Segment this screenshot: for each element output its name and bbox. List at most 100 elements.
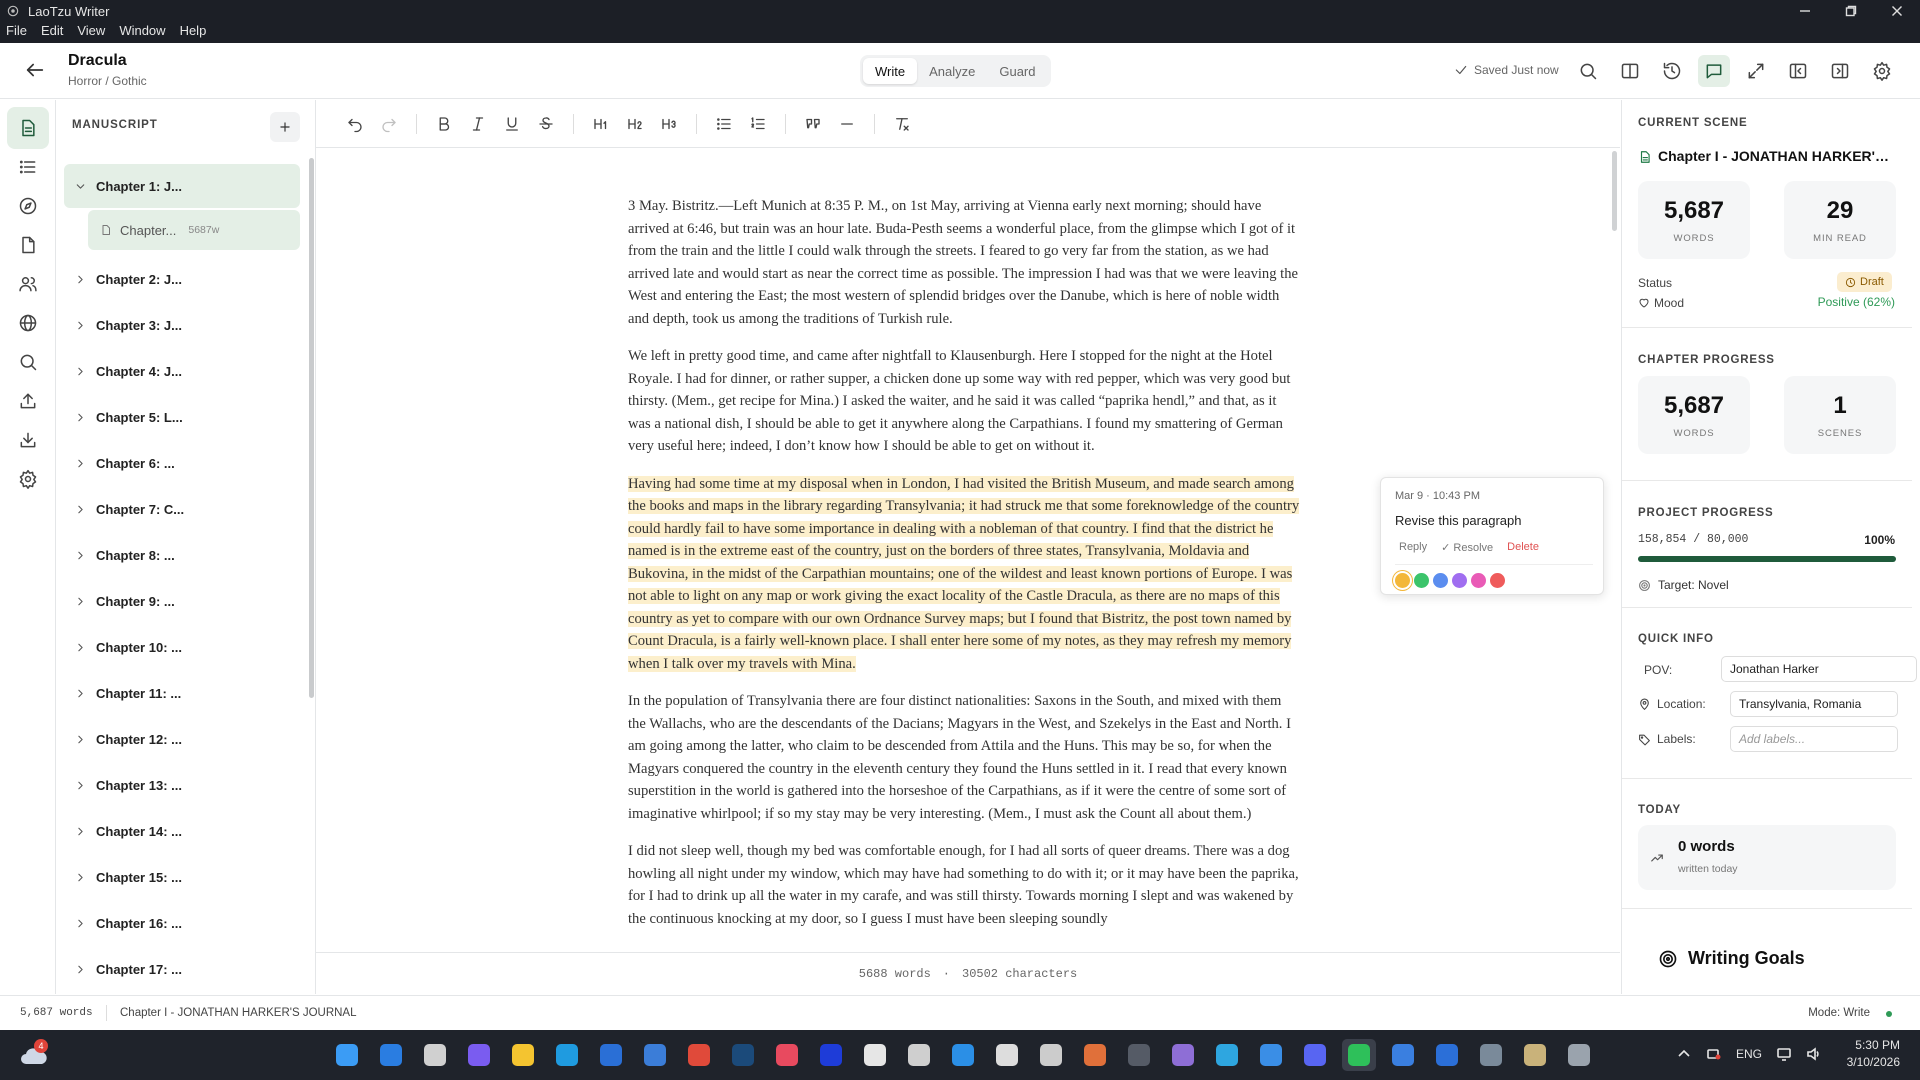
taskbar-app-terminal[interactable] [1122, 1039, 1156, 1071]
toggle-left-panel-button[interactable] [1782, 55, 1814, 87]
tab-write[interactable]: Write [863, 58, 918, 84]
heading-3-button[interactable] [652, 107, 686, 141]
chapter-item-11[interactable]: Chapter 11: ... [64, 670, 300, 716]
editor-scrollbar[interactable] [1612, 151, 1617, 231]
taskbar-app-app[interactable] [770, 1039, 804, 1071]
taskbar-app-wechat[interactable] [1342, 1039, 1376, 1071]
taskbar-app-steam[interactable] [726, 1039, 760, 1071]
tab-analyze[interactable]: Analyze [917, 58, 987, 84]
chevron-right-icon[interactable] [64, 361, 96, 381]
clear-format-button[interactable] [885, 107, 919, 141]
settings-button[interactable] [1866, 55, 1898, 87]
highlight-color-swatch[interactable] [1433, 573, 1448, 588]
menu-edit[interactable]: Edit [41, 23, 63, 43]
taskbar-app-app[interactable] [814, 1039, 848, 1071]
taskbar-app-app[interactable] [858, 1039, 892, 1071]
chapter-item-8[interactable]: Chapter 8: ... [64, 532, 300, 578]
menu-view[interactable]: View [77, 23, 105, 43]
chevron-right-icon[interactable] [64, 821, 96, 841]
strikethrough-button[interactable] [529, 107, 563, 141]
taskbar-app-github[interactable] [1166, 1039, 1200, 1071]
taskbar-app-app[interactable] [1034, 1039, 1068, 1071]
volume-icon[interactable] [1806, 1046, 1822, 1062]
writing-goals-heading[interactable]: Writing Goals [1658, 948, 1805, 969]
numbered-list-button[interactable] [741, 107, 775, 141]
chevron-down-icon[interactable] [64, 176, 96, 196]
taskbar-app-mail[interactable] [594, 1039, 628, 1071]
rail-compass-button[interactable] [7, 185, 49, 227]
paragraph[interactable]: We left in pretty good time, and came af… [628, 345, 1300, 458]
chevron-right-icon[interactable] [64, 637, 96, 657]
chapter-item-16[interactable]: Chapter 16: ... [64, 900, 300, 946]
rail-settings-button[interactable] [7, 458, 49, 500]
chapter-item-17[interactable]: Chapter 17: ... [64, 946, 300, 992]
manuscript-scrollbar[interactable] [309, 158, 314, 698]
history-button[interactable] [1656, 55, 1688, 87]
taskbar-app-telegram[interactable] [1210, 1039, 1244, 1071]
chapter-item-3[interactable]: Chapter 3: J... [64, 302, 300, 348]
scene-item[interactable]: Chapter... 5687w [88, 210, 300, 250]
chapter-item-14[interactable]: Chapter 14: ... [64, 808, 300, 854]
taskbar-app-photos[interactable] [1254, 1039, 1288, 1071]
back-button[interactable] [24, 59, 48, 83]
chevron-right-icon[interactable] [64, 545, 96, 565]
resolve-button[interactable]: ✓ Resolve [1441, 541, 1493, 554]
taskbar-app-app[interactable] [638, 1039, 672, 1071]
heading-2-button[interactable] [618, 107, 652, 141]
chapter-item-4[interactable]: Chapter 4: J... [64, 348, 300, 394]
taskbar-app-notes[interactable] [1386, 1039, 1420, 1071]
chevron-right-icon[interactable] [64, 867, 96, 887]
chapter-item-6[interactable]: Chapter 6: ... [64, 440, 300, 486]
chapter-item-13[interactable]: Chapter 13: ... [64, 762, 300, 808]
paragraph[interactable]: In the population of Transylvania there … [628, 690, 1300, 825]
chapter-item-15[interactable]: Chapter 15: ... [64, 854, 300, 900]
bullet-list-button[interactable] [707, 107, 741, 141]
taskbar-app-settings[interactable] [1474, 1039, 1508, 1071]
restore-button[interactable] [1828, 0, 1874, 22]
taskbar-app-vscode[interactable] [946, 1039, 980, 1071]
chapter-item-5[interactable]: Chapter 5: L... [64, 394, 300, 440]
taskbar-app-claude[interactable] [1078, 1039, 1112, 1071]
taskbar-app-task-view[interactable] [418, 1039, 452, 1071]
highlight-color-swatch[interactable] [1471, 573, 1486, 588]
close-button[interactable] [1874, 0, 1920, 22]
highlight-color-swatch[interactable] [1395, 573, 1410, 588]
chapter-item-9[interactable]: Chapter 9: ... [64, 578, 300, 624]
highlight-color-swatch[interactable] [1490, 573, 1505, 588]
taskbar-app-app[interactable] [990, 1039, 1024, 1071]
bold-button[interactable] [427, 107, 461, 141]
taskbar-app-discord[interactable] [1298, 1039, 1332, 1071]
taskbar-app-file-explorer[interactable] [506, 1039, 540, 1071]
chevron-right-icon[interactable] [64, 775, 96, 795]
expand-button[interactable] [1740, 55, 1772, 87]
quote-button[interactable] [796, 107, 830, 141]
chapter-item-2[interactable]: Chapter 2: J... [64, 256, 300, 302]
language-indicator[interactable]: ENG [1736, 1047, 1762, 1061]
commented-text[interactable]: Having had some time at my disposal when… [628, 475, 1300, 672]
rail-manuscript-button[interactable] [7, 107, 49, 149]
chevron-right-icon[interactable] [64, 591, 96, 611]
taskbar-app-chatgpt[interactable] [902, 1039, 936, 1071]
delete-button[interactable]: Delete [1507, 541, 1539, 554]
rail-notes-button[interactable] [7, 224, 49, 266]
tab-guard[interactable]: Guard [987, 58, 1047, 84]
taskbar-app-laotzu[interactable] [1562, 1039, 1596, 1071]
menu-file[interactable]: File [6, 23, 27, 43]
weather-widget[interactable]: 4 [20, 1039, 48, 1068]
menu-help[interactable]: Help [180, 23, 207, 43]
redo-button[interactable] [372, 107, 406, 141]
chapter-item-12[interactable]: Chapter 12: ... [64, 716, 300, 762]
paragraph[interactable]: 3 May. Bistritz.—Left Munich at 8:35 P. … [628, 195, 1300, 330]
chevron-right-icon[interactable] [64, 913, 96, 933]
chevron-up-icon[interactable] [1676, 1046, 1692, 1062]
taskbar-app-search[interactable] [374, 1039, 408, 1071]
chevron-right-icon[interactable] [64, 499, 96, 519]
taskbar-app-chrome[interactable] [682, 1039, 716, 1071]
highlighted-paragraph[interactable]: Having had some time at my disposal when… [628, 473, 1300, 676]
rail-search-button[interactable] [7, 341, 49, 383]
undo-button[interactable] [338, 107, 372, 141]
chapter-item-10[interactable]: Chapter 10: ... [64, 624, 300, 670]
status-badge[interactable]: Draft [1837, 272, 1892, 292]
rail-outline-button[interactable] [7, 146, 49, 188]
comments-button[interactable] [1698, 55, 1730, 87]
